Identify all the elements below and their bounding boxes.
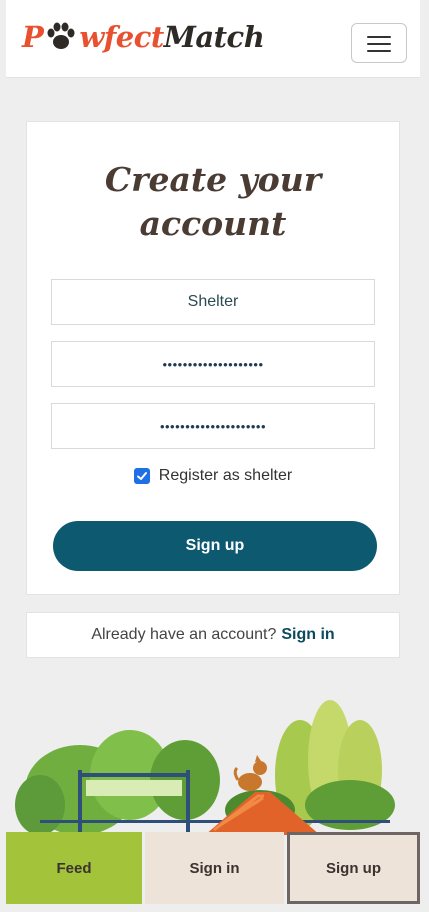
- brand-text-middle: wfect: [79, 20, 164, 54]
- tab-feed[interactable]: Feed: [6, 832, 142, 904]
- register-shelter-label[interactable]: Register as shelter: [159, 467, 292, 485]
- paw-icon: [47, 22, 75, 49]
- sign-up-button[interactable]: Sign up: [53, 521, 377, 571]
- signup-card: Create your account Shelter ••••••••••••…: [26, 121, 400, 595]
- hamburger-icon: [367, 36, 391, 38]
- hamburger-icon-line: [367, 43, 391, 45]
- sign-in-prompt-text: Already have an account?: [91, 626, 277, 643]
- sign-in-link[interactable]: Sign in: [281, 626, 334, 644]
- tab-sign-up[interactable]: Sign up: [287, 832, 420, 904]
- bottom-navigation: Feed Sign in Sign up: [6, 832, 420, 904]
- password-input[interactable]: ••••••••••••••••••••: [51, 341, 375, 387]
- brand-text-start: P: [22, 20, 44, 54]
- menu-toggle-button[interactable]: [351, 23, 407, 63]
- username-input[interactable]: Shelter: [51, 279, 375, 325]
- page-title: Create your account: [104, 160, 322, 243]
- brand-logo[interactable]: P wfect Match: [22, 14, 265, 60]
- register-shelter-row: Register as shelter: [27, 467, 399, 485]
- brand-text-end: Match: [163, 20, 265, 54]
- confirm-password-input[interactable]: •••••••••••••••••••••: [51, 403, 375, 449]
- navbar: P wfect Match: [6, 0, 420, 78]
- tab-sign-in[interactable]: Sign in: [145, 832, 284, 904]
- register-shelter-checkbox[interactable]: [133, 468, 150, 484]
- sign-in-prompt: Already have an account? Sign in: [26, 612, 400, 658]
- hamburger-icon-line: [367, 50, 391, 52]
- park-illustration: [15, 700, 395, 835]
- checkmark-icon: [136, 472, 147, 480]
